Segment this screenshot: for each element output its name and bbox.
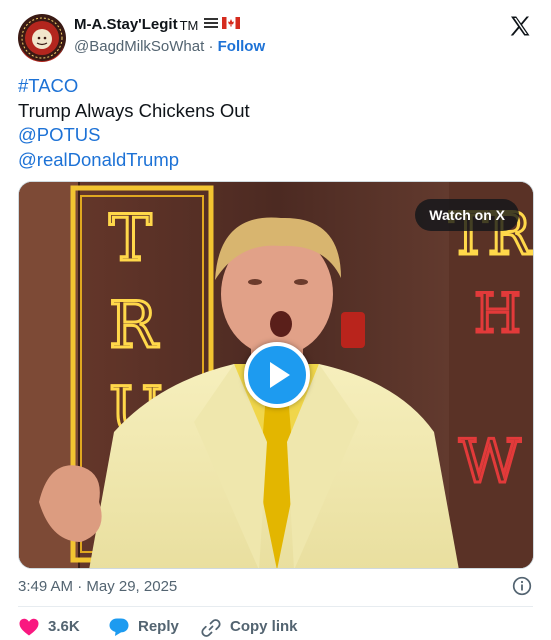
svg-text:H: H bbox=[474, 282, 521, 345]
follow-button[interactable]: Follow bbox=[218, 38, 266, 55]
link-icon bbox=[201, 619, 221, 637]
reply-button[interactable]: Reply bbox=[108, 615, 198, 639]
svg-text:R: R bbox=[109, 289, 159, 363]
mention-realdonaldtrump[interactable]: @realDonaldTrump bbox=[18, 148, 250, 173]
handle[interactable]: @BagdMilkSoWhat bbox=[74, 38, 204, 55]
reply-label: Reply bbox=[138, 618, 179, 635]
x-logo-icon[interactable] bbox=[508, 14, 532, 38]
handle-row: @BagdMilkSoWhat · Follow bbox=[74, 38, 265, 55]
copy-link-label: Copy link bbox=[230, 618, 298, 635]
name-badges: TM bbox=[180, 16, 243, 34]
mention-potus[interactable]: @POTUS bbox=[18, 123, 250, 148]
info-icon[interactable] bbox=[512, 576, 532, 596]
svg-text:T: T bbox=[109, 202, 152, 276]
separator: · bbox=[208, 38, 214, 55]
flag-icon bbox=[203, 17, 240, 29]
play-icon bbox=[270, 362, 290, 388]
tweet-embed-card: M-A.Stay'Legit TM @BagdMilkSoWhat · Follo… bbox=[0, 0, 551, 640]
avatar-logo bbox=[19, 15, 65, 61]
tweet-body-line: Trump Always Chickens Out bbox=[18, 99, 250, 121]
tweet-text: #TACO Trump Always Chickens Out @POTUS @… bbox=[18, 74, 250, 172]
heart-icon bbox=[19, 618, 39, 636]
like-button[interactable]: 3.6K bbox=[18, 615, 98, 639]
reply-bubble-icon bbox=[109, 618, 129, 636]
avatar[interactable] bbox=[18, 14, 66, 62]
timestamp[interactable]: 3:49 AM · May 29, 2025 bbox=[18, 578, 177, 595]
video-thumbnail[interactable]: T R U TR H W bbox=[18, 181, 534, 569]
watch-on-x-button[interactable]: Watch on X bbox=[415, 199, 519, 231]
divider bbox=[18, 606, 533, 607]
like-count: 3.6K bbox=[48, 618, 80, 635]
svg-text:W: W bbox=[459, 427, 521, 497]
play-button[interactable] bbox=[244, 342, 310, 408]
copy-link-button[interactable]: Copy link bbox=[200, 615, 320, 639]
hashtag-taco[interactable]: #TACO bbox=[18, 74, 250, 99]
display-name[interactable]: M-A.Stay'Legit TM bbox=[74, 16, 243, 34]
